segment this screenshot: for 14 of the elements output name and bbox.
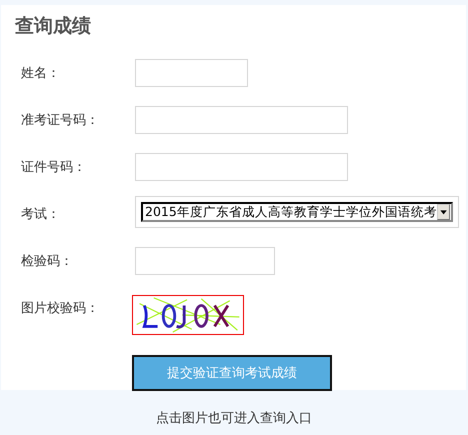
footer-link[interactable]: 点击图片也可进入查询入口: [156, 411, 312, 426]
field-label: 准考证号码：: [20, 112, 100, 130]
exam-select[interactable]: 2015年度广东省成人高等教育学士学位外国语统考: [141, 202, 453, 222]
field-label: 姓名：: [20, 65, 61, 83]
input-field[interactable]: [135, 106, 348, 134]
input-field[interactable]: [135, 247, 275, 275]
input-field[interactable]: [135, 153, 348, 181]
field-label: 考试：: [20, 206, 61, 224]
caret-icon: [436, 204, 450, 220]
input-field[interactable]: [135, 59, 248, 87]
page-title: 查询成绩: [15, 14, 92, 39]
field-label: 图片校验码：: [20, 300, 100, 318]
field-label: 检验码：: [20, 253, 74, 271]
field-label: 证件号码：: [20, 159, 87, 177]
